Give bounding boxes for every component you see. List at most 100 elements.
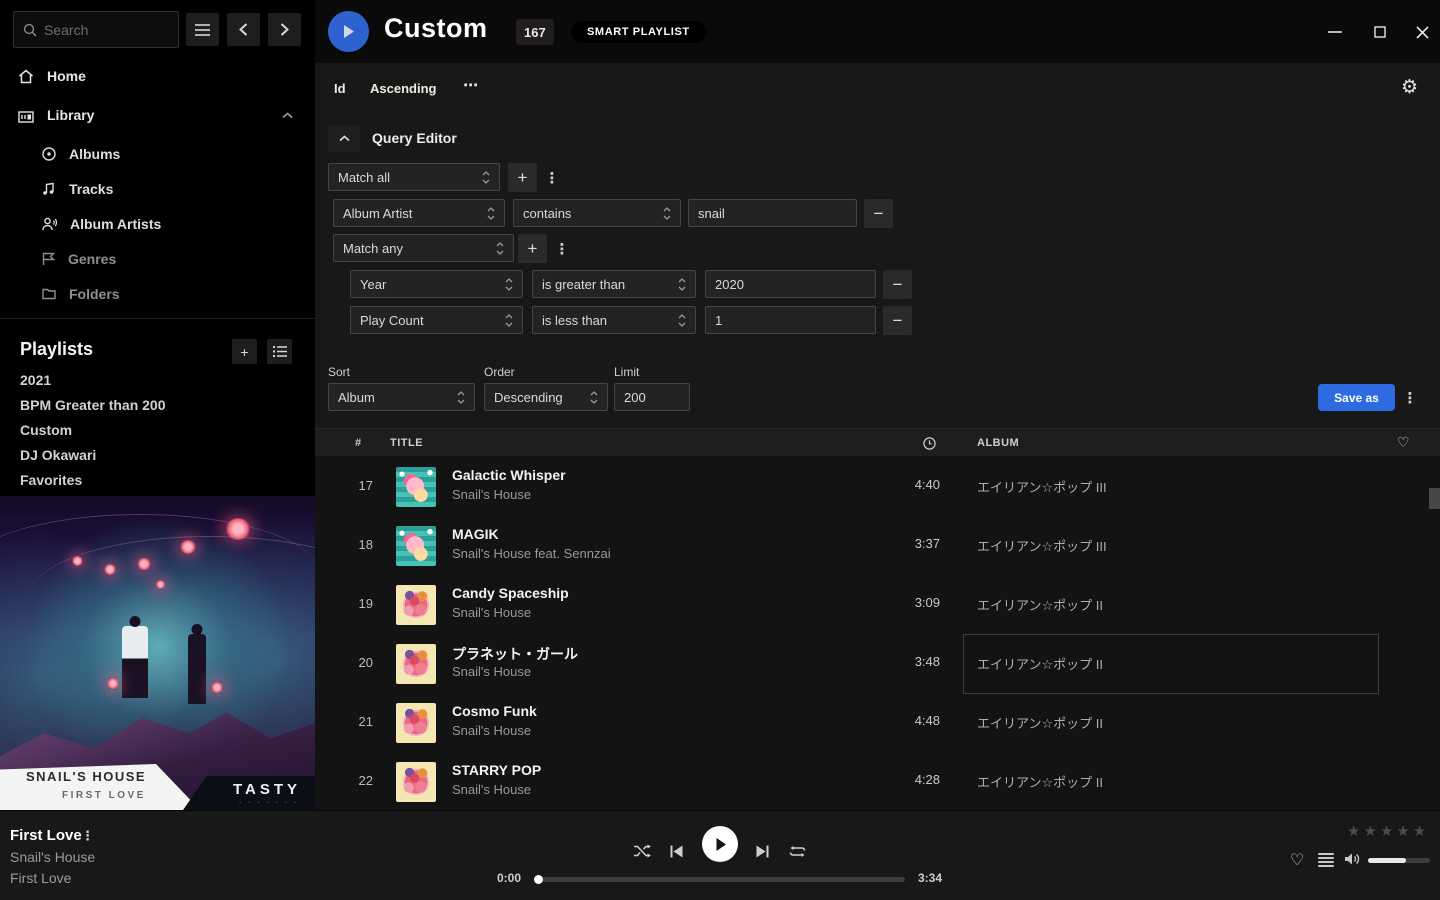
- select-value: Play Count: [360, 313, 424, 328]
- sidebar-item-genres[interactable]: Genres: [0, 247, 315, 271]
- select-chevrons-icon: [678, 278, 686, 291]
- rule-value-input[interactable]: [705, 270, 876, 298]
- add-playlist-button[interactable]: +: [232, 339, 257, 364]
- sidebar-item-albums[interactable]: Albums: [0, 142, 315, 166]
- nav-forward-button[interactable]: [268, 13, 301, 46]
- play-playlist-button[interactable]: [328, 11, 369, 52]
- scrollbar-thumb[interactable]: [1429, 488, 1440, 509]
- repeat-button[interactable]: [789, 845, 806, 858]
- now-playing-menu-button[interactable]: ⋮: [81, 828, 94, 844]
- rule-field-select[interactable]: Play Count: [350, 306, 523, 334]
- save-menu-button[interactable]: ⋮: [1403, 383, 1417, 412]
- rating-stars[interactable]: ★★★★★: [1347, 822, 1429, 840]
- rule-value-input[interactable]: [688, 199, 857, 227]
- volume-icon[interactable]: [1344, 852, 1362, 866]
- track-artist: Snail's House: [452, 605, 531, 620]
- rule-operator-select[interactable]: contains: [513, 199, 681, 227]
- column-number[interactable]: #: [355, 437, 362, 449]
- search-box[interactable]: [13, 11, 179, 48]
- sidebar-item-tracks[interactable]: Tracks: [0, 177, 315, 201]
- shuffle-button[interactable]: [633, 844, 651, 858]
- total-time: 3:34: [918, 871, 942, 885]
- favorite-heart-icon[interactable]: ♡: [1397, 434, 1410, 451]
- track-row[interactable]: 22 STARRY POP Snail's House 4:28 エイリアン☆ポ…: [315, 752, 1440, 811]
- playlist-title: Custom: [384, 13, 488, 44]
- volume-slider[interactable]: [1368, 858, 1430, 863]
- add-rule-button[interactable]: +: [508, 163, 537, 192]
- rule-operator-select[interactable]: is greater than: [532, 270, 696, 298]
- order-select[interactable]: Descending: [484, 383, 608, 411]
- album-art-thumbnail: [396, 526, 436, 566]
- remove-rule-button[interactable]: −: [883, 306, 912, 335]
- query-editor-collapse-button[interactable]: [328, 125, 360, 152]
- column-album[interactable]: ALBUM: [977, 437, 1019, 449]
- select-value: Album: [338, 390, 375, 405]
- lantern: [180, 540, 196, 554]
- minus-icon: −: [874, 204, 884, 224]
- window-close-button[interactable]: [1411, 22, 1433, 42]
- seek-bar[interactable]: [535, 877, 905, 882]
- sidebar-item-home[interactable]: Home: [0, 63, 315, 89]
- sidebar-item-folders[interactable]: Folders: [0, 282, 315, 306]
- track-row[interactable]: 19 Candy Spaceship Snail's House 3:09 エイ…: [315, 575, 1440, 634]
- playlist-item[interactable]: DJ Okawari: [20, 447, 290, 469]
- playlist-list-button[interactable]: [267, 339, 292, 364]
- column-title[interactable]: TITLE: [390, 437, 423, 449]
- previous-track-button[interactable]: [670, 845, 683, 858]
- hand-lantern: [212, 681, 222, 694]
- track-row[interactable]: 18 MAGIK Snail's House feat. Sennzai 3:3…: [315, 516, 1440, 575]
- now-playing-title: First Love: [10, 827, 82, 844]
- window-minimize-button[interactable]: [1324, 22, 1346, 42]
- close-icon: [1416, 26, 1429, 39]
- sidebar-item-album-artists[interactable]: Album Artists: [0, 212, 315, 236]
- sort-direction-control[interactable]: Ascending: [370, 81, 436, 96]
- gear-icon[interactable]: ⚙: [1401, 76, 1418, 99]
- sort-select[interactable]: Album: [328, 383, 475, 411]
- rule-value-input[interactable]: [705, 306, 876, 334]
- sidebar-item-library[interactable]: Library: [0, 102, 315, 128]
- next-track-button[interactable]: [756, 845, 769, 858]
- order-label: Order: [484, 365, 515, 379]
- cover-artist-text: SNAIL'S HOUSE: [26, 769, 146, 784]
- sort-field-control[interactable]: Id: [334, 81, 346, 96]
- smart-playlist-badge: SMART PLAYLIST: [571, 21, 706, 43]
- track-row[interactable]: 17 Galactic Whisper Snail's House 4:40 エ…: [315, 457, 1440, 516]
- playlist-item[interactable]: BPM Greater than 200: [20, 397, 290, 419]
- track-row[interactable]: 21 Cosmo Funk Snail's House 4:48 エイリアン☆ポ…: [315, 693, 1440, 752]
- limit-input[interactable]: [614, 383, 690, 411]
- lantern: [225, 518, 251, 540]
- add-rule-button[interactable]: +: [518, 234, 547, 263]
- playlist-item[interactable]: 2021: [20, 372, 290, 394]
- menu-button[interactable]: [186, 13, 219, 46]
- duration-clock-icon[interactable]: [923, 437, 936, 450]
- seek-handle[interactable]: [534, 875, 543, 884]
- library-icon: [18, 108, 34, 123]
- sort-label: Sort: [328, 365, 350, 379]
- playlist-item[interactable]: Custom: [20, 422, 290, 444]
- collapse-chevron-up-icon[interactable]: [282, 112, 293, 119]
- track-number: 19: [331, 596, 373, 611]
- favorite-heart-icon[interactable]: ♡: [1290, 850, 1304, 870]
- window-maximize-button[interactable]: [1369, 22, 1391, 42]
- save-as-button[interactable]: Save as: [1318, 384, 1395, 411]
- match-mode-select[interactable]: Match all: [328, 163, 500, 191]
- queue-icon[interactable]: [1318, 853, 1334, 869]
- rule-operator-select[interactable]: is less than: [532, 306, 696, 334]
- search-input[interactable]: [44, 22, 154, 38]
- rule-field-select[interactable]: Year: [350, 270, 523, 298]
- match-mode-select[interactable]: Match any: [333, 234, 514, 262]
- rule-field-select[interactable]: Album Artist: [333, 199, 505, 227]
- folder-icon: [42, 288, 56, 300]
- nav-back-button[interactable]: [227, 13, 260, 46]
- play-pause-button[interactable]: [702, 826, 738, 862]
- now-playing-album: First Love: [10, 870, 71, 886]
- cover-album-text: FIRST LOVE: [62, 790, 146, 801]
- track-number: 17: [331, 478, 373, 493]
- more-options-button[interactable]: ⋯: [463, 76, 479, 94]
- playlist-item[interactable]: Favorites: [20, 472, 290, 494]
- select-chevrons-icon: [505, 278, 513, 291]
- group-menu-button[interactable]: ⋮: [545, 163, 559, 192]
- group-menu-button[interactable]: ⋮: [555, 234, 569, 263]
- remove-rule-button[interactable]: −: [864, 199, 893, 228]
- remove-rule-button[interactable]: −: [883, 270, 912, 299]
